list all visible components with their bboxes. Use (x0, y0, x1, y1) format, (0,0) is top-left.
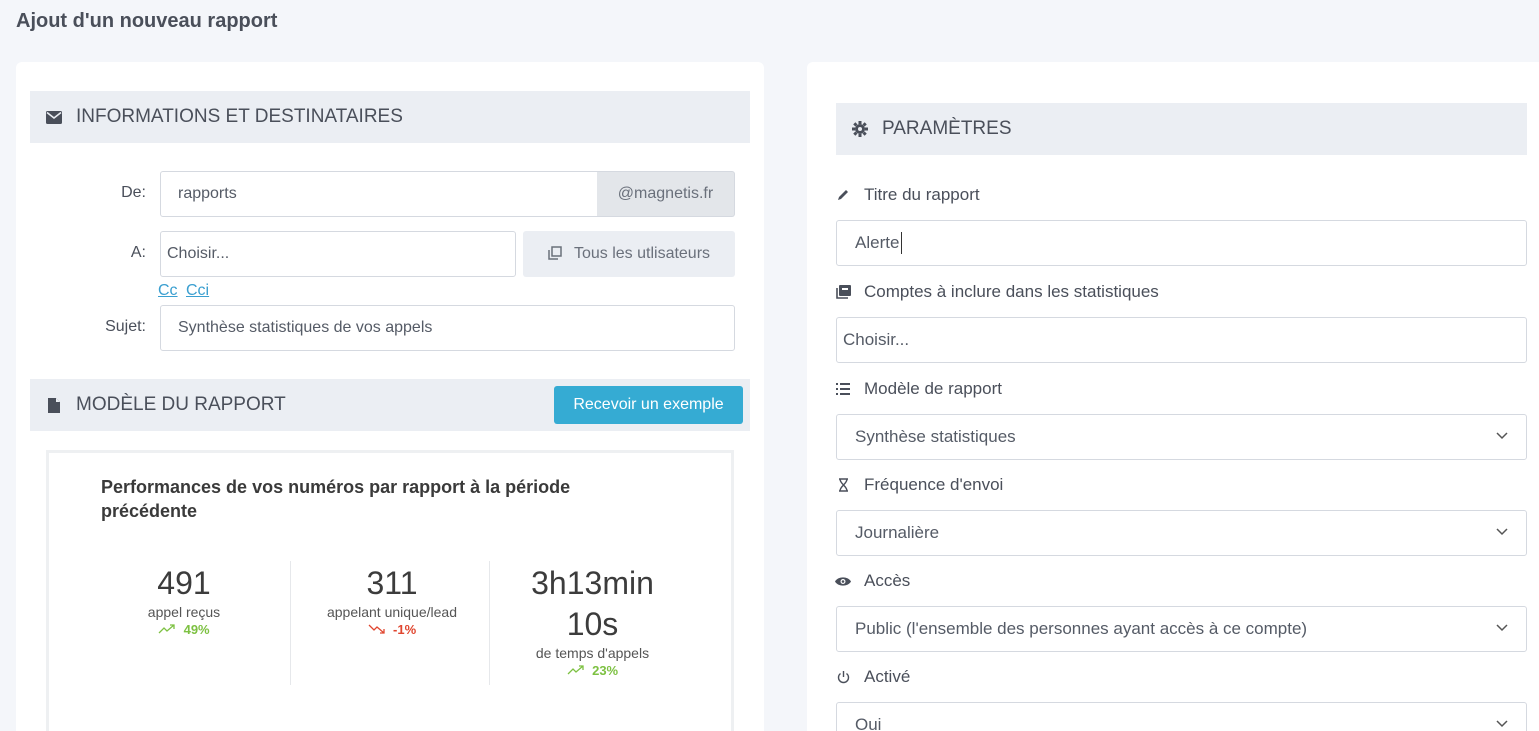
stat-divider (290, 561, 291, 685)
stat-value-line1: 3h13min (531, 565, 654, 601)
frequency-label: Fréquence d'envoi (835, 475, 1003, 495)
frequency-select-value: Journalière (855, 523, 940, 542)
access-select[interactable]: Public (l'ensemble des personnes ayant a… (836, 606, 1527, 652)
params-card: PARAMÈTRES Titre du rapport Alerte Compt… (807, 62, 1539, 731)
subject-label: Sujet: (105, 318, 146, 335)
from-input[interactable]: rapports (160, 171, 598, 217)
accounts-label-text: Comptes à inclure dans les statistiques (864, 282, 1159, 301)
trend-up-icon (158, 622, 176, 637)
trend-down-icon (368, 622, 386, 637)
report-title-label-text: Titre du rapport (864, 185, 980, 204)
to-input[interactable]: Choisir... (160, 231, 516, 277)
page-title: Ajout d'un nouveau rapport (16, 10, 278, 32)
report-title-label: Titre du rapport (835, 185, 980, 205)
stat-trend-value: 23% (592, 663, 619, 678)
frequency-label-text: Fréquence d'envoi (864, 475, 1004, 494)
info-card: INFORMATIONS ET DESTINATAIRES De: rappor… (16, 62, 764, 731)
subject-input[interactable]: Synthèse statistiques de vos appels (160, 305, 735, 351)
from-label: De: (121, 184, 146, 201)
chevron-down-icon (1496, 429, 1508, 443)
model-select[interactable]: Synthèse statistiques (836, 414, 1527, 460)
chevron-down-icon (1496, 525, 1508, 539)
all-users-label: Tous les utlisateurs (573, 245, 711, 262)
report-title-value: Alerte (855, 233, 900, 252)
active-label-text: Activé (864, 667, 911, 686)
trend-up-icon (567, 663, 585, 678)
report-preview: Performances de vos numéros par rapport … (46, 450, 734, 731)
accounts-label: Comptes à inclure dans les statistiques (835, 282, 1159, 302)
params-section-title: PARAMÈTRES (882, 118, 1012, 139)
receive-example-button[interactable]: Recevoir un exemple (554, 386, 743, 424)
stat-trend: 49% (89, 622, 279, 637)
stat-value: 491 (157, 565, 211, 601)
active-select[interactable]: Oui (836, 702, 1527, 731)
info-section-header: INFORMATIONS ET DESTINATAIRES (30, 91, 750, 143)
active-label: Activé (835, 667, 910, 687)
stat-unique-callers: 311 appelant unique/lead -1% (297, 565, 487, 637)
access-label: Accès (835, 571, 910, 591)
frequency-select[interactable]: Journalière (836, 510, 1527, 556)
access-select-value: Public (l'ensemble des personnes ayant a… (855, 619, 1308, 638)
stat-trend-value: 49% (183, 622, 210, 637)
all-users-button[interactable]: Tous les utlisateurs (523, 231, 735, 277)
model-label-text: Modèle de rapport (864, 379, 1002, 398)
preview-title: Performances de vos numéros par rapport … (101, 477, 571, 521)
info-section-title: INFORMATIONS ET DESTINATAIRES (76, 106, 403, 127)
hourglass-icon (835, 478, 851, 492)
accounts-select[interactable]: Choisir... (836, 317, 1527, 363)
text-caret (901, 232, 903, 254)
stat-calls-received: 491 appel reçus 49% (89, 565, 279, 637)
stat-label: appelant unique/lead (326, 604, 457, 620)
library-icon (835, 285, 851, 299)
envelope-icon (46, 109, 62, 125)
stat-call-time: 3h13min 10s de temps d'appels 23% (495, 565, 690, 678)
model-section-title: MODÈLE DU RAPPORT (76, 394, 286, 415)
from-domain-addon: @magnetis.fr (597, 171, 735, 217)
cc-link[interactable]: Cc (158, 282, 178, 300)
stat-divider (489, 561, 490, 685)
stat-trend: -1% (297, 622, 487, 637)
list-icon (835, 383, 851, 395)
stat-value: 311 (366, 565, 418, 601)
model-select-value: Synthèse statistiques (855, 427, 1016, 446)
stat-trend-value: -1% (393, 622, 417, 637)
chevron-down-icon (1496, 717, 1508, 731)
active-select-value: Oui (855, 715, 882, 731)
eye-icon (835, 576, 851, 587)
gear-icon (852, 121, 868, 137)
report-title-input[interactable]: Alerte (836, 220, 1527, 266)
pencil-icon (835, 188, 851, 202)
copy-icon (548, 245, 562, 263)
stat-label: appel reçus (147, 604, 221, 620)
model-label: Modèle de rapport (835, 379, 1002, 399)
params-section-header: PARAMÈTRES (836, 103, 1527, 155)
document-icon (46, 397, 62, 413)
stat-value-line2: 10s (566, 606, 619, 642)
cci-link[interactable]: Cci (186, 282, 209, 300)
to-label: A: (130, 244, 146, 261)
power-icon (835, 670, 851, 684)
stat-trend: 23% (495, 663, 690, 678)
chevron-down-icon (1496, 621, 1508, 635)
access-label-text: Accès (864, 571, 911, 590)
stat-label: de temps d'appels (535, 645, 650, 661)
